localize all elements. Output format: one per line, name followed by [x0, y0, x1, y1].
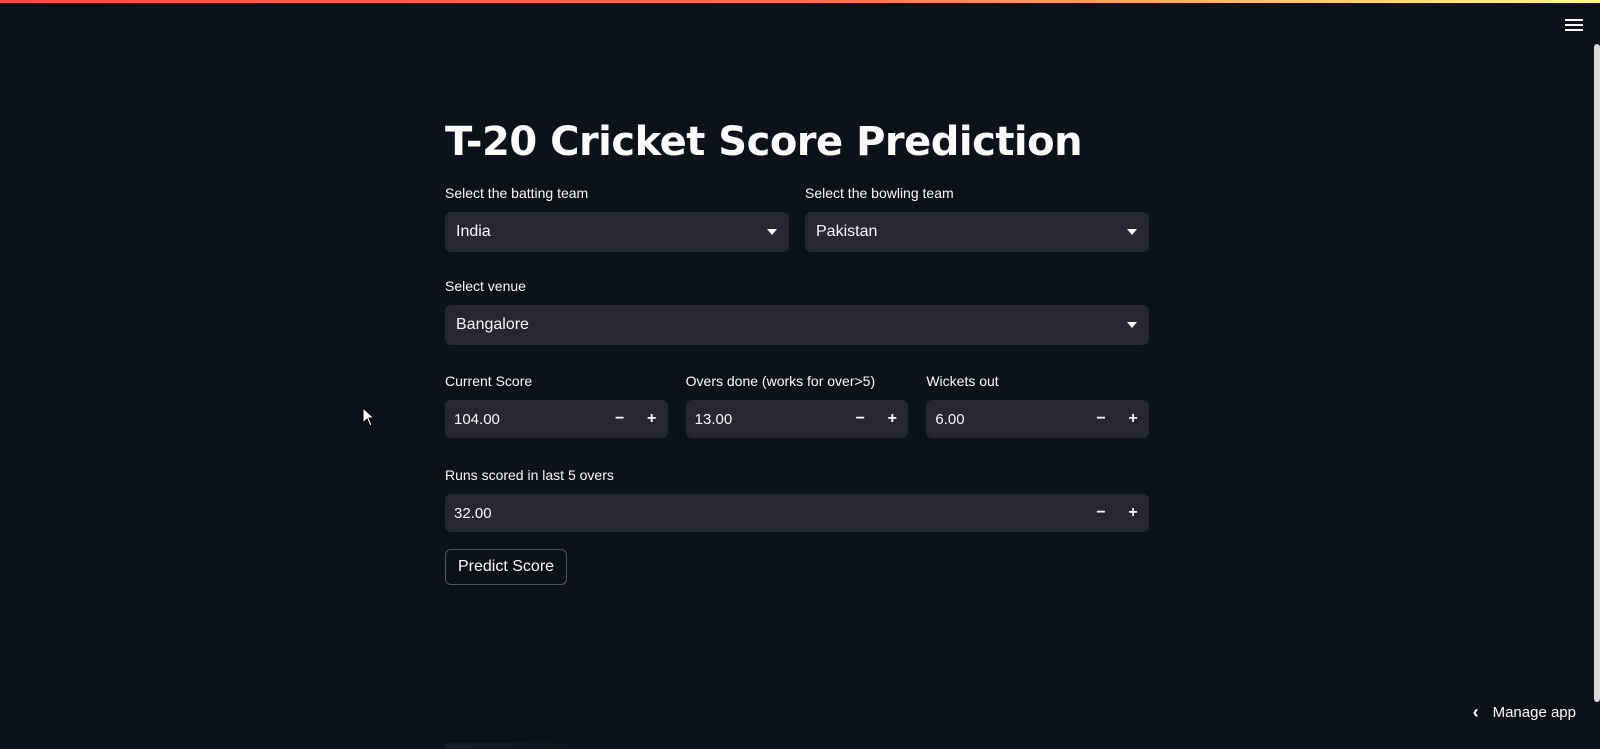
batting-team-field: Select the batting team India — [445, 184, 789, 252]
mouse-pointer-icon — [362, 407, 376, 427]
current-score-decrement-button[interactable]: − — [604, 400, 636, 438]
chevron-left-icon: ‹ — [1472, 702, 1479, 722]
chevron-down-icon — [1127, 229, 1137, 235]
last-five-overs-increment-button[interactable]: + — [1117, 494, 1149, 532]
wickets-decrement-button[interactable]: − — [1085, 400, 1117, 438]
chevron-down-icon — [767, 229, 777, 235]
last-five-overs-decrement-button[interactable]: − — [1085, 494, 1117, 532]
manage-app-button[interactable]: ‹ Manage app — [1473, 702, 1576, 723]
overs-decrement-button[interactable]: − — [844, 400, 876, 438]
page-title: T-20 Cricket Score Prediction — [445, 119, 1083, 165]
wickets-value[interactable]: 6.00 — [926, 411, 1085, 428]
predict-score-button[interactable]: Predict Score — [445, 549, 568, 585]
last-five-overs-value[interactable]: 32.00 — [445, 505, 1085, 522]
current-score-input[interactable]: 104.00 − + — [445, 400, 668, 438]
manage-app-label: Manage app — [1492, 704, 1576, 721]
team-selection-row: Select the batting team India Select the… — [445, 184, 1149, 252]
current-score-increment-button[interactable]: + — [636, 400, 668, 438]
wickets-field: Wickets out 6.00 − + — [926, 372, 1150, 438]
venue-label: Select venue — [445, 278, 526, 294]
venue-value: Bangalore — [456, 316, 529, 333]
wickets-increment-button[interactable]: + — [1117, 400, 1149, 438]
main-content: T-20 Cricket Score Prediction Select the… — [445, 110, 1150, 585]
main-menu-button[interactable] — [1563, 14, 1585, 36]
last-five-overs-label: Runs scored in last 5 overs — [445, 467, 614, 483]
hamburger-menu-icon-line — [1565, 29, 1583, 31]
batting-team-value: India — [456, 223, 491, 240]
venue-select[interactable]: Bangalore — [445, 305, 1149, 345]
numeric-inputs-row: Current Score 104.00 − + Overs done (wor… — [445, 372, 1150, 438]
last-five-overs-input[interactable]: 32.00 − + — [445, 494, 1149, 532]
current-score-field: Current Score 104.00 − + — [445, 372, 668, 438]
top-decoration-bar — [0, 0, 1600, 3]
overs-value[interactable]: 13.00 — [686, 411, 845, 428]
page-scrollbar[interactable] — [1594, 44, 1600, 702]
current-score-value[interactable]: 104.00 — [445, 411, 604, 428]
batting-team-select[interactable]: India — [445, 212, 789, 252]
batting-team-label: Select the batting team — [445, 185, 589, 201]
current-score-label: Current Score — [445, 373, 533, 389]
hamburger-menu-icon-line — [1565, 24, 1583, 26]
overs-increment-button[interactable]: + — [876, 400, 908, 438]
bowling-team-value: Pakistan — [816, 223, 878, 240]
hamburger-menu-icon — [1565, 19, 1583, 21]
last-five-overs-field: Runs scored in last 5 overs 32.00 − + — [445, 466, 1149, 532]
footer-fade — [445, 743, 565, 749]
bowling-team-select[interactable]: Pakistan — [805, 212, 1149, 252]
wickets-label: Wickets out — [926, 373, 999, 389]
overs-input[interactable]: 13.00 − + — [685, 400, 909, 438]
overs-label: Overs done (works for over>5) — [685, 373, 876, 389]
overs-field: Overs done (works for over>5) 13.00 − + — [685, 372, 909, 438]
wickets-input[interactable]: 6.00 − + — [926, 400, 1150, 438]
venue-field: Select venue Bangalore — [445, 277, 1149, 345]
bowling-team-label: Select the bowling team — [805, 185, 954, 201]
chevron-down-icon — [1127, 322, 1137, 328]
bowling-team-field: Select the bowling team Pakistan — [805, 184, 1149, 252]
